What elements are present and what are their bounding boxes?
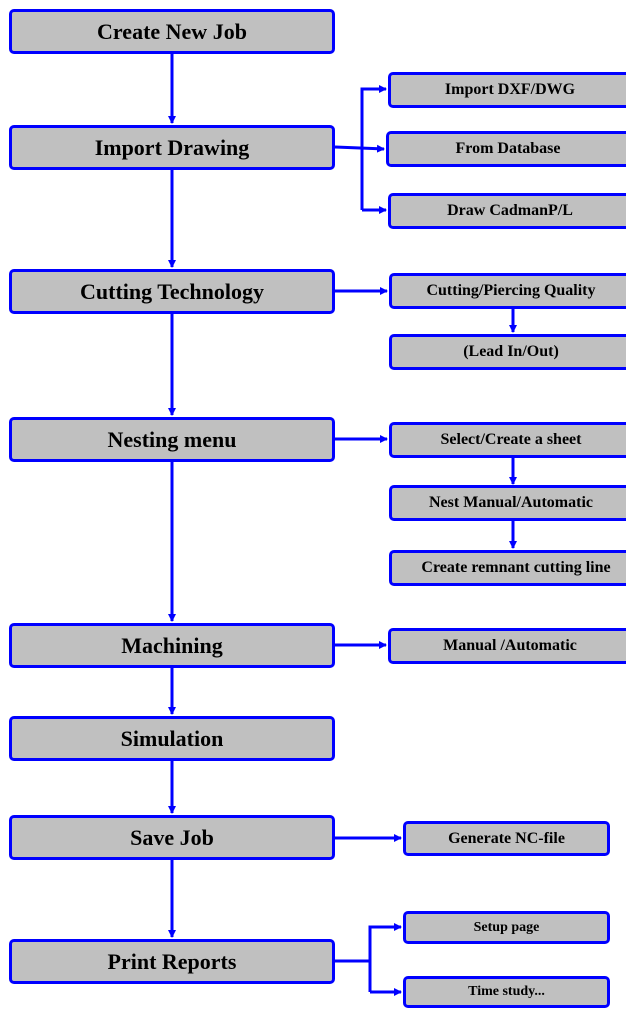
option-from-database: From Database bbox=[386, 131, 626, 167]
option-time-study: Time study... bbox=[403, 976, 610, 1008]
step-label: Cutting Technology bbox=[80, 278, 264, 304]
option-label: Setup page bbox=[473, 919, 540, 935]
option-label: Import DXF/DWG bbox=[444, 81, 576, 98]
step-create-new-job: Create New Job bbox=[9, 9, 335, 54]
step-select-create-sheet: Select/Create a sheet bbox=[389, 422, 626, 458]
step-import-drawing: Import Drawing bbox=[9, 125, 335, 170]
option-label: Create remnant cutting line bbox=[421, 559, 611, 576]
step-save-job: Save Job bbox=[9, 815, 335, 860]
option-draw-cadman: Draw CadmanP/L bbox=[388, 193, 626, 229]
step-cutting-technology: Cutting Technology bbox=[9, 269, 335, 314]
option-label: Time study... bbox=[468, 984, 545, 999]
step-label: Machining bbox=[121, 632, 223, 658]
option-label: Select/Create a sheet bbox=[440, 431, 582, 448]
option-label: Generate NC-file bbox=[448, 829, 565, 847]
option-label: (Lead In/Out) bbox=[463, 343, 559, 360]
option-label: Cutting/Piercing Quality bbox=[426, 282, 596, 299]
step-nesting-menu: Nesting menu bbox=[9, 417, 335, 462]
option-import-dxf-dwg: Import DXF/DWG bbox=[388, 72, 626, 108]
option-label: Nest Manual/Automatic bbox=[429, 494, 593, 511]
step-simulation: Simulation bbox=[9, 716, 335, 761]
step-label: Save Job bbox=[130, 824, 214, 850]
step-print-reports: Print Reports bbox=[9, 939, 335, 984]
option-setup-page: Setup page bbox=[403, 911, 610, 944]
step-create-remnant-cutting-line: Create remnant cutting line bbox=[389, 550, 626, 586]
option-label: Draw CadmanP/L bbox=[447, 202, 573, 219]
step-cutting-piercing-quality: Cutting/Piercing Quality bbox=[389, 273, 626, 309]
option-manual-automatic: Manual /Automatic bbox=[388, 628, 626, 664]
step-nest-manual-automatic: Nest Manual/Automatic bbox=[389, 485, 626, 521]
step-label: Nesting menu bbox=[107, 426, 237, 452]
step-label: Print Reports bbox=[107, 948, 237, 974]
option-label: Manual /Automatic bbox=[443, 637, 577, 654]
step-label: Import Drawing bbox=[94, 134, 250, 160]
option-generate-nc-file: Generate NC-file bbox=[403, 821, 610, 856]
option-label: From Database bbox=[455, 140, 561, 157]
step-label: Simulation bbox=[120, 725, 224, 751]
step-machining: Machining bbox=[9, 623, 335, 668]
step-label: Create New Job bbox=[97, 18, 247, 44]
step-lead-in-out: (Lead In/Out) bbox=[389, 334, 626, 370]
